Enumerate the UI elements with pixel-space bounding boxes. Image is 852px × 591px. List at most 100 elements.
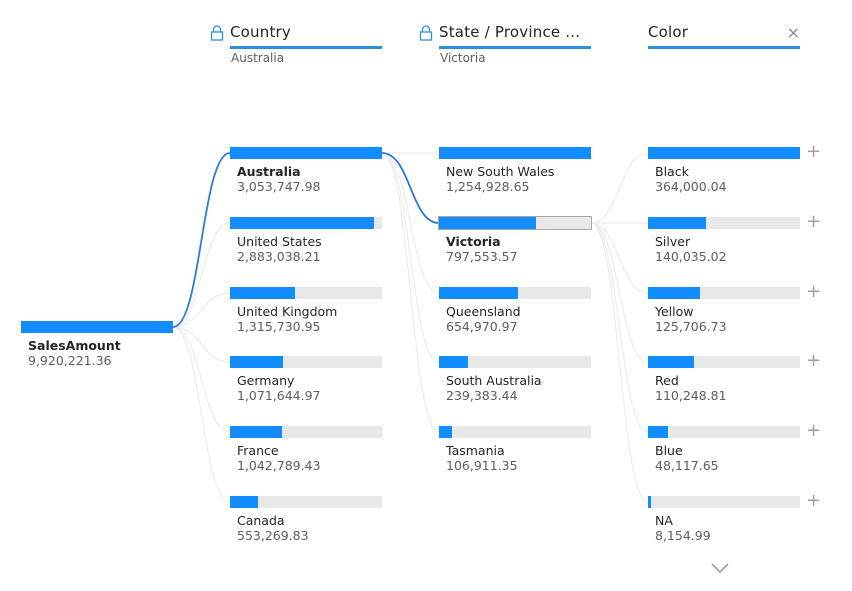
- node-bar-fill: [230, 356, 284, 368]
- node-value: 48,117.65: [655, 458, 719, 473]
- node-bar: [648, 217, 800, 229]
- connector-highlight: [381, 152, 440, 224]
- node-label: Victoria: [446, 234, 501, 249]
- connector: [172, 326, 231, 363]
- connector-highlight: [172, 152, 231, 328]
- node-bar: [648, 356, 800, 368]
- node-bar-fill: [648, 147, 800, 159]
- close-icon[interactable]: ×: [787, 25, 800, 41]
- tree-node[interactable]: NA 8,154.99 +: [648, 492, 821, 543]
- node-value: 654,970.97: [446, 319, 518, 334]
- node-label: Queensland: [446, 304, 521, 319]
- tree-node[interactable]: Canada 553,269.83: [230, 496, 382, 543]
- connector: [381, 152, 440, 294]
- tree-node[interactable]: Silver 140,035.02 +: [648, 213, 821, 264]
- tree-node[interactable]: South Australia 239,383.44: [439, 356, 591, 403]
- node-label: United Kingdom: [237, 304, 338, 319]
- expand-plus-icon[interactable]: +: [806, 352, 821, 370]
- root-node[interactable]: SalesAmount 9,920,221.36: [21, 321, 173, 368]
- node-value: 110,248.81: [655, 388, 727, 403]
- node-bar-fill: [439, 147, 591, 159]
- tree-node[interactable]: Tasmania 106,911.35: [439, 426, 591, 473]
- tree-node[interactable]: Victoria 797,553.57: [438, 216, 592, 264]
- level-selected-value: Australia: [231, 51, 285, 65]
- tree-node[interactable]: France 1,042,789.43: [230, 426, 382, 473]
- connector: [590, 222, 649, 363]
- node-bar-fill: [648, 217, 707, 229]
- node-value: 1,071,644.97: [237, 388, 321, 403]
- node-bar-fill: [230, 147, 382, 159]
- level-title: State / Province ...: [439, 23, 581, 41]
- expand-plus-icon[interactable]: +: [806, 283, 821, 301]
- connector: [590, 222, 649, 433]
- tree-node[interactable]: Black 364,000.04 +: [648, 143, 821, 194]
- node-bar: [648, 287, 800, 299]
- node-bar: [230, 496, 382, 508]
- node-bar: [439, 287, 591, 299]
- node-bar-fill: [648, 287, 701, 299]
- chevron-down-icon[interactable]: [710, 561, 730, 575]
- node-value: 1,254,928.65: [446, 179, 530, 194]
- level-title: Color: [648, 23, 689, 41]
- connector: [172, 292, 231, 328]
- tree-node[interactable]: Australia 3,053,747.98: [230, 147, 382, 194]
- node-bar-fill: [439, 217, 536, 229]
- level-title: Country: [230, 23, 291, 41]
- lock-icon[interactable]: [419, 25, 433, 41]
- node-value: 125,706.73: [655, 319, 727, 334]
- expand-plus-icon[interactable]: +: [806, 143, 821, 161]
- node-bar: [230, 287, 382, 299]
- tree-node[interactable]: New South Wales 1,254,928.65: [439, 147, 591, 194]
- node-label: New South Wales: [446, 164, 555, 179]
- node-label: Canada: [237, 513, 285, 528]
- node-bar-fill: [230, 287, 296, 299]
- lock-icon[interactable]: [210, 25, 224, 41]
- node-value: 239,383.44: [446, 388, 518, 403]
- node-label: Australia: [237, 164, 301, 179]
- node-label: Tasmania: [446, 443, 505, 458]
- node-bar-fill: [230, 496, 258, 508]
- tree-node[interactable]: United Kingdom 1,315,730.95: [230, 287, 382, 334]
- tree-node[interactable]: Queensland 654,970.97: [439, 287, 591, 334]
- node-label: Yellow: [655, 304, 694, 319]
- connector: [172, 222, 231, 328]
- node-label: United States: [237, 234, 322, 249]
- node-bar: [648, 147, 800, 159]
- node-value: 140,035.02: [655, 249, 727, 264]
- node-label: Germany: [237, 373, 295, 388]
- node-value: 1,042,789.43: [237, 458, 321, 473]
- node-bar: [230, 426, 382, 438]
- node-value: 106,911.35: [446, 458, 518, 473]
- node-label: France: [237, 443, 279, 458]
- connector: [172, 326, 231, 433]
- tree-node[interactable]: Yellow 125,706.73 +: [648, 283, 821, 334]
- node-label: Blue: [655, 443, 683, 458]
- connector: [590, 222, 649, 294]
- connector: [172, 326, 231, 503]
- node-value: 553,269.83: [237, 528, 309, 543]
- connector: [590, 152, 649, 224]
- level-header-color[interactable]: Color ×: [648, 22, 800, 49]
- tree-node[interactable]: Germany 1,071,644.97: [230, 356, 382, 403]
- level-selected-value: Victoria: [440, 51, 486, 65]
- node-label: Silver: [655, 234, 691, 249]
- node-bar: [648, 496, 800, 508]
- connector: [381, 152, 440, 433]
- expand-plus-icon[interactable]: +: [806, 492, 821, 510]
- node-value: 2,883,038.21: [237, 249, 321, 264]
- tree-node[interactable]: Blue 48,117.65 +: [648, 422, 821, 473]
- node-bar-fill: [439, 287, 519, 299]
- node-bar-fill: [648, 356, 695, 368]
- node-bar-fill: [230, 426, 282, 438]
- level-header-country[interactable]: Country: [210, 22, 382, 49]
- node-label: Black: [655, 164, 689, 179]
- node-label: Red: [655, 373, 679, 388]
- node-value: 1,315,730.95: [237, 319, 321, 334]
- expand-plus-icon[interactable]: +: [806, 213, 821, 231]
- tree-node[interactable]: Red 110,248.81 +: [648, 352, 821, 403]
- root-bar: [21, 321, 173, 333]
- tree-node[interactable]: United States 2,883,038.21: [230, 217, 382, 264]
- expand-plus-icon[interactable]: +: [806, 422, 821, 440]
- node-bar-fill: [230, 217, 374, 229]
- level-header-state-province[interactable]: State / Province ...: [419, 22, 591, 49]
